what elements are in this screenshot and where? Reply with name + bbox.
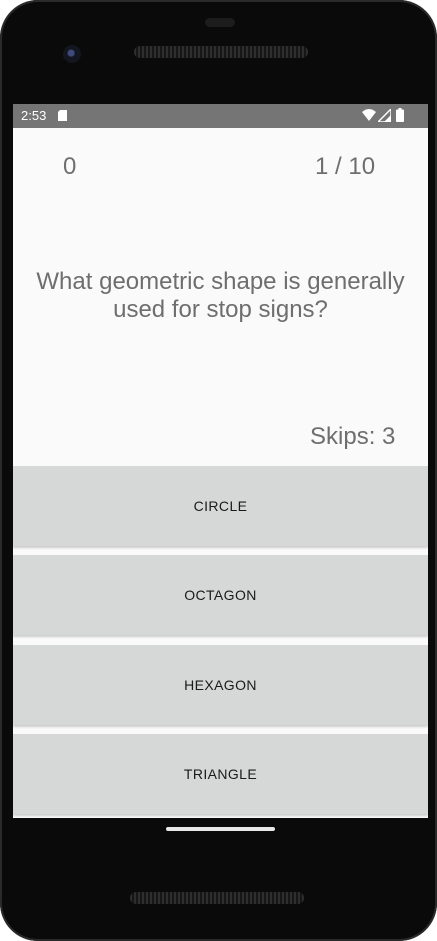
status-time: 2:53 [21, 108, 47, 123]
wifi-icon [362, 109, 376, 121]
answer-button-hexagon[interactable]: HEXAGON [13, 645, 428, 725]
skips-counter[interactable]: Skips: 3 [310, 423, 395, 451]
front-camera [63, 45, 81, 63]
answer-button-circle[interactable]: CIRCLE [13, 466, 428, 546]
cell-signal-icon [378, 109, 391, 122]
earpiece [205, 18, 235, 27]
app-screen: 2:53 0 1 / 10 What geometric shape is ge… [13, 104, 428, 818]
bottom-speaker-grille [130, 892, 304, 904]
score-counter: 0 [63, 153, 77, 180]
answer-button-octagon[interactable]: OCTAGON [13, 555, 428, 635]
device-frame: 2:53 0 1 / 10 What geometric shape is ge… [0, 0, 437, 941]
question-text: What geometric shape is generally used f… [36, 268, 405, 323]
status-bar: 2:53 [13, 104, 428, 128]
gesture-nav-handle[interactable] [166, 827, 275, 831]
top-speaker-grille [134, 46, 308, 58]
answer-button-triangle[interactable]: TRIANGLE [13, 734, 428, 814]
battery-icon [396, 108, 404, 122]
sd-card-icon [58, 110, 67, 121]
question-progress: 1 / 10 [315, 153, 376, 180]
